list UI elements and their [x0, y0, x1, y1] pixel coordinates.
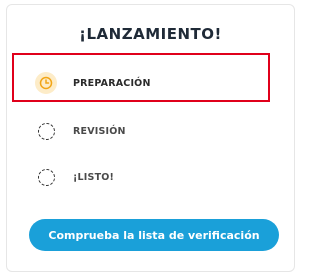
step-revision[interactable]: REVISIÓN	[35, 116, 274, 146]
step-label: ¡LISTO!	[73, 171, 115, 183]
dashed-circle-icon	[38, 168, 55, 186]
step-listo[interactable]: ¡LISTO!	[35, 162, 274, 192]
highlight-box	[12, 53, 270, 102]
card-title: ¡LANZAMIENTO!	[79, 25, 222, 43]
dashed-circle-icon	[38, 122, 55, 140]
step-label: REVISIÓN	[73, 125, 126, 137]
launch-checklist-card: ¡LANZAMIENTO! PREPARACIÓN REVISIÓN ¡LIST…	[6, 4, 295, 272]
checklist-button[interactable]: Comprueba la lista de verificación	[29, 219, 279, 251]
